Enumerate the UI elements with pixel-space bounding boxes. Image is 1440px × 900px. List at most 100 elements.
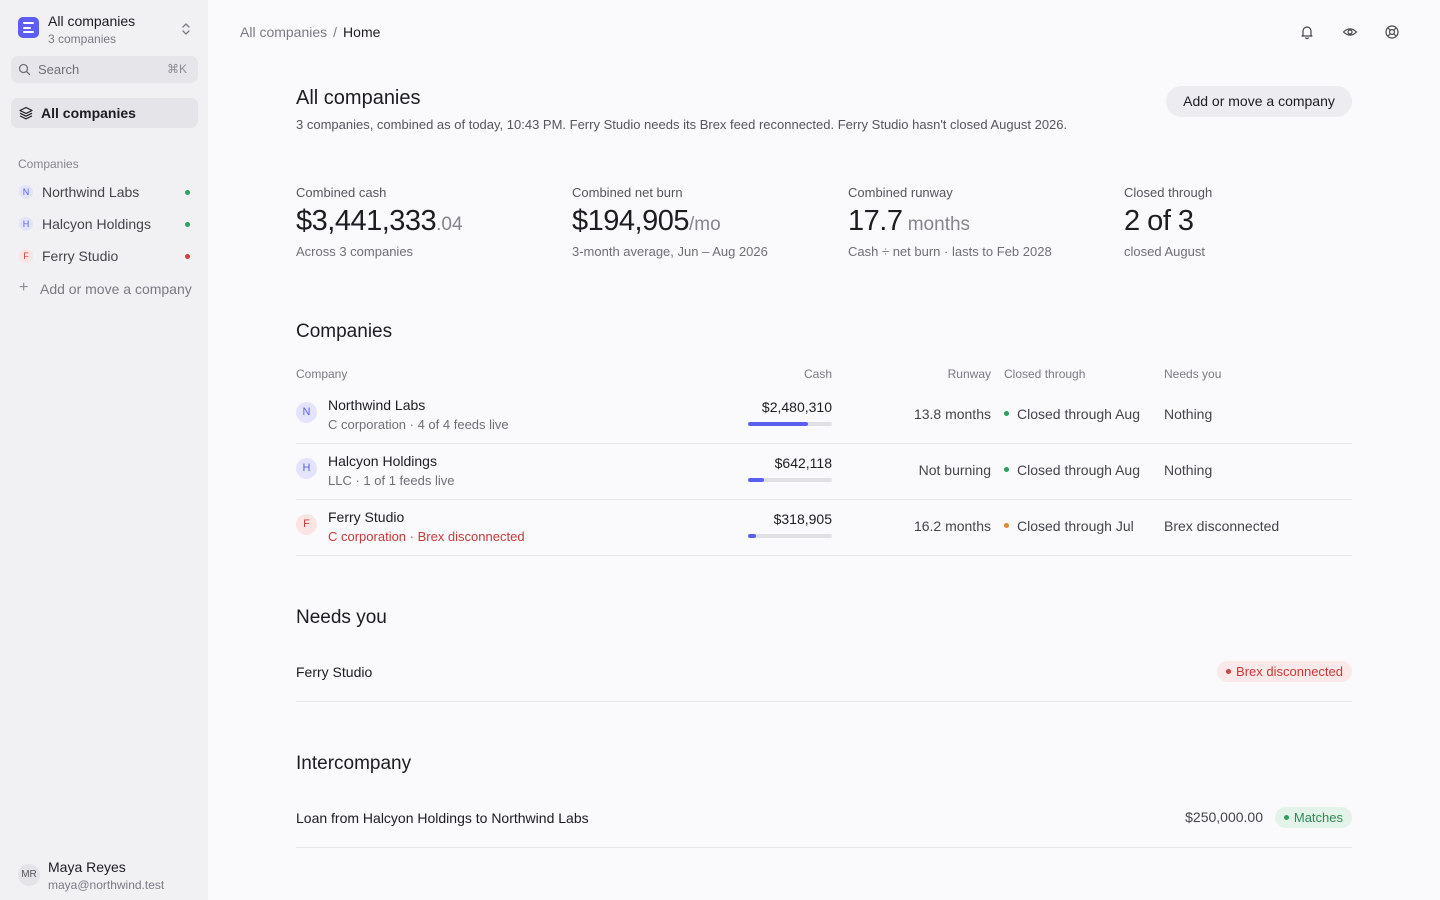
user-name: Maya Reyes [48,859,126,875]
status-badge: Brex disconnected [1217,661,1352,682]
sidebar-item-halcyon-holdings[interactable]: H Halcyon Holdings [11,210,198,238]
user-menu[interactable]: MR Maya Reyes maya@northwind.test [11,856,198,894]
intercompany-amount: $250,000.00 [1185,809,1263,825]
column-header-cash: Cash [803,367,832,381]
sidebar-item-label: Ferry Studio [42,248,119,264]
breadcrumb: All companies / Home [240,24,380,40]
company-closed-through: Closed through Aug [1004,462,1140,478]
sidebar-item-label: Add or move a company [40,281,192,297]
cash-share-bar [748,422,832,426]
company-name: Halcyon Holdings [328,453,437,469]
column-header-runway: Runway [947,367,991,381]
cash-share-bar [748,478,832,482]
stat-suffix: .04 [436,214,463,235]
company-needs-you: Nothing [1164,462,1213,478]
layers-icon [19,106,33,120]
stat-label: Combined cash [296,185,387,200]
switcher-title: All companies [48,13,136,29]
stat-combined-net-burn: Combined net burn $194,905/mo 3-month av… [572,185,832,259]
search-shortcut: ⌘K [166,62,187,76]
column-header-closed-through: Closed through [1004,367,1086,381]
company-name: Ferry Studio [328,509,405,525]
stat-value: $3,441,333.04 [296,205,463,237]
status-dot [1004,522,1009,528]
company-meta: LLC · 1 of 1 feeds live [328,473,455,488]
stat-note: 3-month average, Jun – Aug 2026 [572,244,768,259]
status-dot [1226,669,1232,674]
bell-icon[interactable] [1299,24,1315,40]
stat-closed-through: Closed through 2 of 3 closed August [1124,185,1384,259]
user-email: maya@northwind.test [48,878,165,892]
company-runway: Not burning [918,462,991,478]
column-header-company: Company [296,367,348,381]
table-row-ferry-studio[interactable]: F Ferry Studio C corporation · Brex disc… [296,500,1352,556]
eye-icon[interactable] [1342,24,1358,40]
intercompany-section-title: Intercompany [296,753,412,774]
sidebar-item-label: Halcyon Holdings [42,216,151,232]
status-dot [185,190,190,195]
company-avatar: F [19,249,33,263]
cash-share-fill [748,478,764,482]
intercompany-item[interactable]: Loan from Halcyon Holdings to Northwind … [296,790,1352,848]
app-logo-icon [18,17,39,38]
company-avatar: N [296,402,317,423]
company-closed-through: Closed through Jul [1004,518,1134,534]
sidebar-item-northwind-labs[interactable]: N Northwind Labs [11,178,198,206]
cash-share-fill [748,422,809,426]
needs-you-section-title: Needs you [296,607,387,628]
status-dot [185,222,190,227]
cash-share-fill [748,534,756,538]
company-switcher[interactable]: All companies 3 companies [11,11,198,49]
status-dot [1004,466,1009,472]
companies-section-title: Companies [18,157,79,171]
settings-icon[interactable] [1384,24,1400,40]
sidebar-item-all-companies[interactable]: All companies [11,98,198,128]
company-needs-you: Nothing [1164,406,1213,422]
intercompany-description: Loan from Halcyon Holdings to Northwind … [296,810,589,826]
table-row-halcyon-holdings[interactable]: H Halcyon Holdings LLC · 1 of 1 feeds li… [296,444,1352,500]
stat-note: closed August [1124,244,1205,259]
stat-value: 2 of 3 [1124,205,1194,237]
company-cash: $2,480,310 [761,399,832,415]
needs-you-item[interactable]: Ferry Studio Brex disconnected [296,644,1352,702]
stat-label: Combined net burn [572,185,683,200]
breadcrumb-current: Home [343,24,381,40]
switcher-subtitle: 3 companies [48,32,117,46]
stat-combined-runway: Combined runway 17.7 months Cash ÷ net b… [848,185,1108,259]
search-input[interactable]: Search ⌘K [11,56,198,83]
company-avatar: H [296,458,317,479]
needs-you-company: Ferry Studio [296,664,373,680]
company-avatar: N [19,185,33,199]
stat-note: Cash ÷ net burn · lasts to Feb 2028 [848,244,1052,259]
cash-share-bar [748,534,832,538]
sidebar-add-company[interactable]: + Add or move a company [11,278,198,302]
company-runway: 13.8 months [913,406,991,422]
status-dot [1283,815,1289,820]
status-dot [1004,410,1009,416]
page-title: All companies [296,87,421,109]
stat-suffix: months [902,214,971,235]
company-meta: C corporation · 4 of 4 feeds live [328,417,509,432]
company-closed-through: Closed through Aug [1004,406,1140,422]
company-runway: 16.2 months [913,518,991,534]
avatar: MR [18,864,40,886]
company-name: Northwind Labs [328,397,426,413]
breadcrumb-root[interactable]: All companies [240,24,327,40]
sidebar-item-label: Northwind Labs [42,184,140,200]
company-cash: $642,118 [774,455,832,471]
stat-note: Across 3 companies [296,244,414,259]
column-header-needs-you: Needs you [1164,367,1222,381]
stat-value: 17.7 months [848,205,971,237]
status-badge: Matches [1274,807,1352,828]
breadcrumb-separator: / [333,24,338,40]
stat-label: Combined runway [848,185,953,200]
stat-suffix: /mo [688,214,721,235]
company-meta: C corporation · Brex disconnected [328,529,525,544]
company-cash: $318,905 [773,511,832,527]
search-placeholder: Search [38,62,80,77]
table-row-northwind-labs[interactable]: N Northwind Labs C corporation · 4 of 4 … [296,388,1352,444]
add-company-button[interactable]: Add or move a company [1166,86,1352,117]
sidebar-item-ferry-studio[interactable]: F Ferry Studio [11,242,198,270]
search-icon [18,63,31,76]
plus-icon: + [19,279,29,296]
